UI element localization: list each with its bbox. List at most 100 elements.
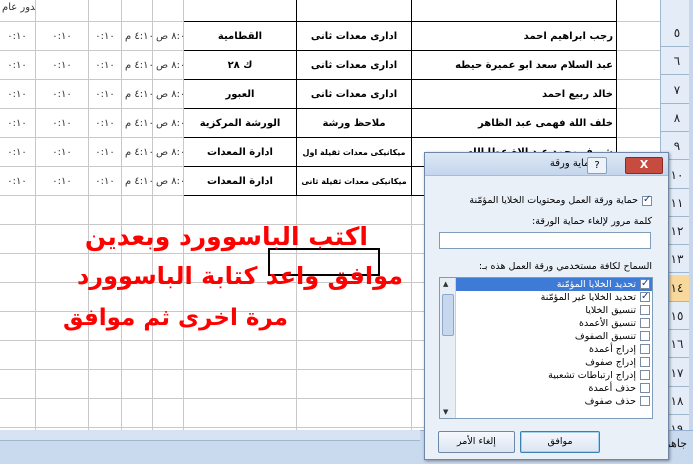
grid-cell[interactable]: خالد ربيع احمد (411, 79, 617, 109)
grid-cell[interactable] (152, 340, 184, 370)
permissions-list[interactable]: تحديد الخلايا المؤمّنة تحديد الخلايا غير … (439, 277, 653, 419)
grid-cell[interactable]: ميكانيكى معدات ثقيلة اول (296, 137, 412, 167)
password-input[interactable] (439, 232, 651, 249)
scroll-thumb[interactable] (442, 294, 454, 336)
grid-cell[interactable]: ٠:١٠ (0, 137, 36, 167)
permission-checkbox[interactable] (640, 290, 650, 303)
grid-cell[interactable]: خلف اللة فهمى عبد الظاهر (411, 108, 617, 138)
grid-cell[interactable] (296, 311, 412, 341)
grid-cell[interactable] (183, 195, 297, 225)
grid-cell[interactable] (88, 369, 122, 399)
grid-cell[interactable]: ٤:١٠ م (121, 21, 153, 51)
grid-cell[interactable] (88, 340, 122, 370)
permission-checkbox[interactable] (640, 396, 650, 406)
grid-cell[interactable]: ادارى معدات ثانى (296, 79, 412, 109)
grid-cell[interactable]: ك ٢٨ (183, 50, 297, 80)
grid-cell[interactable]: ملاحظ ورشة (296, 108, 412, 138)
grid-cell[interactable]: ٠:١٠ (0, 79, 36, 109)
permission-checkbox[interactable] (640, 305, 650, 315)
permission-checkbox[interactable] (640, 370, 650, 380)
grid-cell[interactable] (35, 340, 89, 370)
grid-cell[interactable]: القطامية (183, 21, 297, 51)
permission-checkbox[interactable] (640, 318, 650, 328)
grid-cell[interactable] (152, 369, 184, 399)
grid-cell[interactable]: ٤:١٠ م (121, 79, 153, 109)
close-button[interactable]: X (625, 157, 663, 174)
grid-cell[interactable] (0, 253, 36, 283)
grid-cell[interactable]: ٨:٠٠ ص (152, 21, 184, 51)
grid-cell[interactable] (183, 0, 297, 22)
grid-cell[interactable] (183, 369, 297, 399)
permissions-scrollbar[interactable]: ▲ ▼ (440, 278, 456, 418)
grid-cell[interactable]: ٠:١٠ (0, 50, 36, 80)
vertical-scrollbar[interactable] (689, 0, 693, 430)
grid-cell[interactable]: ٨:٠٠ ص (152, 50, 184, 80)
permission-item[interactable]: تحديد الخلايا غير المؤمّنة (440, 290, 652, 304)
grid-cell[interactable] (152, 398, 184, 428)
grid-cell[interactable] (296, 398, 412, 428)
grid-cell[interactable] (88, 0, 122, 22)
permission-item[interactable]: تنسيق الأعمدة (440, 317, 652, 330)
grid-cell[interactable]: ٨:٠٠ ص (152, 166, 184, 196)
grid-cell[interactable]: ادارى معدات ثانى (296, 50, 412, 80)
grid-cell[interactable]: ٠:١٠ (0, 166, 36, 196)
grid-cell[interactable] (296, 340, 412, 370)
grid-cell[interactable]: ٠:١٠ (35, 108, 89, 138)
permission-item[interactable]: إدراج صفوف (440, 356, 652, 369)
grid-cell[interactable] (121, 340, 153, 370)
grid-cell[interactable]: ٠:١٠ (88, 79, 122, 109)
grid-cell[interactable] (0, 311, 36, 341)
grid-cell[interactable] (121, 369, 153, 399)
grid-cell[interactable] (0, 398, 36, 428)
grid-cell[interactable] (183, 340, 297, 370)
grid-cell[interactable] (152, 195, 184, 225)
grid-cell[interactable]: ٠:١٠ (0, 108, 36, 138)
grid-cell[interactable] (35, 0, 89, 22)
grid-cell[interactable] (0, 369, 36, 399)
grid-cell[interactable]: صدور عام (0, 0, 36, 22)
grid-cell[interactable] (0, 340, 36, 370)
permission-checkbox[interactable] (640, 278, 650, 290)
permission-item[interactable]: تحديد الخلايا المؤمّنة (440, 278, 652, 291)
protect-option[interactable]: حماية ورقة العمل ومحتويات الخلايا المؤمّ… (469, 194, 652, 206)
grid-cell[interactable] (35, 398, 89, 428)
ok-button[interactable]: موافق (520, 431, 600, 453)
grid-cell[interactable]: عبد السلام سعد ابو عميرة حيطه (411, 50, 617, 80)
grid-cell[interactable]: ٤:١٠ م (121, 137, 153, 167)
permission-checkbox[interactable] (640, 357, 650, 367)
scroll-up-arrow-icon[interactable]: ▲ (443, 280, 448, 288)
permission-item[interactable]: تنسيق الخلايا (440, 304, 652, 317)
permission-item[interactable]: إدراج أعمدة (440, 343, 652, 356)
grid-cell[interactable]: ميكانيكى معدات ثقيلة ثانى (296, 166, 412, 196)
grid-cell[interactable] (183, 398, 297, 428)
grid-cell[interactable]: ٤:١٠ م (121, 166, 153, 196)
grid-cell[interactable] (296, 0, 412, 22)
grid-cell[interactable] (121, 398, 153, 428)
scroll-down-arrow-icon[interactable]: ▼ (443, 408, 448, 416)
grid-cell[interactable]: الورشة المركزية (183, 108, 297, 138)
grid-cell[interactable]: ٠:١٠ (35, 137, 89, 167)
grid-cell[interactable] (121, 195, 153, 225)
grid-cell[interactable] (35, 195, 89, 225)
grid-cell[interactable] (121, 0, 153, 22)
grid-cell[interactable]: ٨:٠٠ ص (152, 137, 184, 167)
grid-cell[interactable]: ٠:١٠ (88, 137, 122, 167)
protect-checkbox[interactable] (642, 194, 652, 206)
grid-cell[interactable] (0, 282, 36, 312)
grid-cell[interactable] (35, 224, 89, 254)
grid-cell[interactable]: ٠:١٠ (35, 166, 89, 196)
grid-cell[interactable]: ٠:١٠ (35, 50, 89, 80)
grid-cell[interactable]: ادارة المعدات (183, 166, 297, 196)
grid-cell[interactable]: ٠:١٠ (88, 21, 122, 51)
grid-cell[interactable]: ٤:١٠ م (121, 50, 153, 80)
permission-checkbox[interactable] (640, 344, 650, 354)
permission-checkbox[interactable] (640, 383, 650, 393)
permission-item[interactable]: تنسيق الصفوف (440, 330, 652, 343)
grid-cell[interactable] (35, 369, 89, 399)
grid-cell[interactable] (152, 0, 184, 22)
grid-cell[interactable]: العبور (183, 79, 297, 109)
grid-cell[interactable]: ٨:٠٠ ص (152, 79, 184, 109)
grid-cell[interactable] (88, 195, 122, 225)
grid-cell[interactable] (0, 195, 36, 225)
grid-cell[interactable] (411, 0, 617, 22)
